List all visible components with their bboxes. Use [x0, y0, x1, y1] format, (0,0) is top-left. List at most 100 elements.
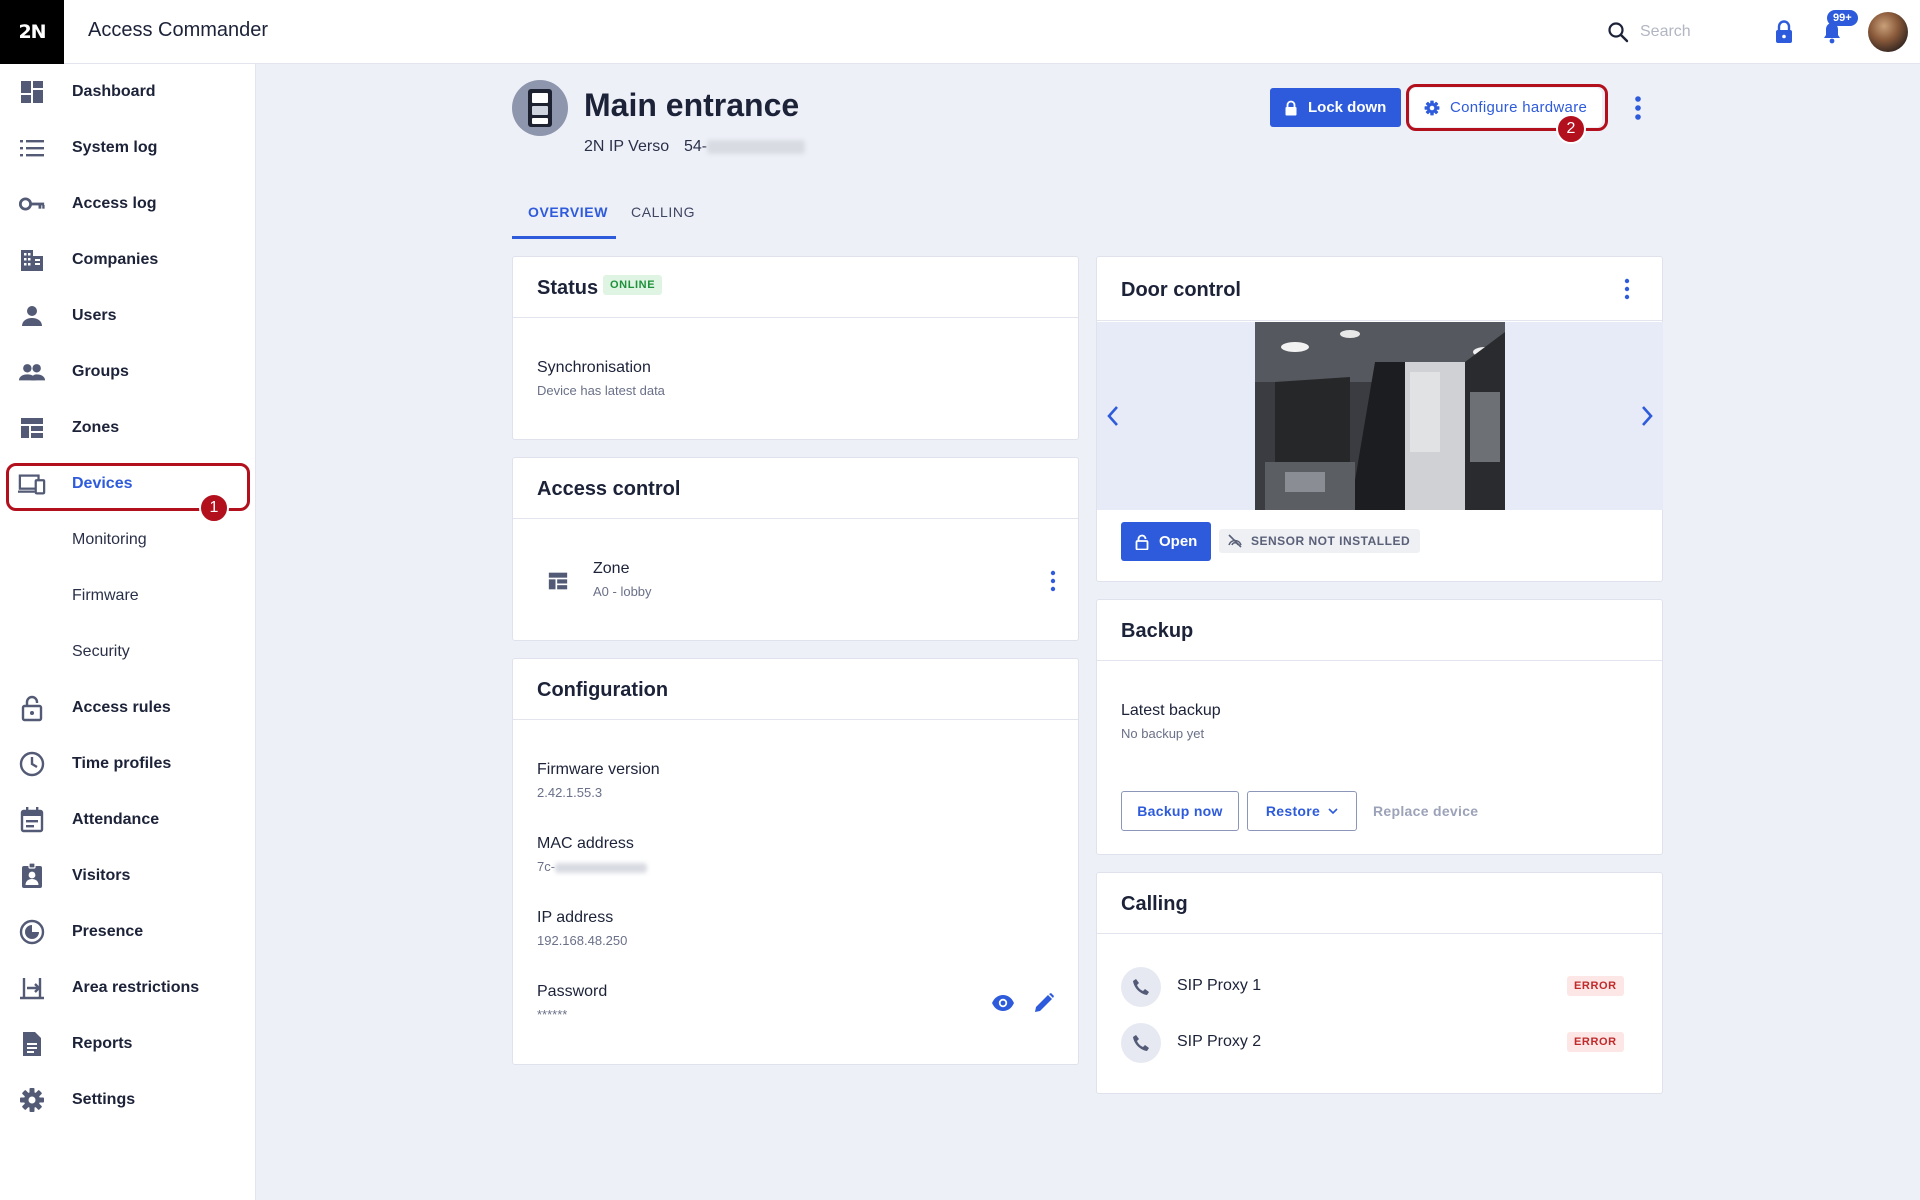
zone-label: Zone [593, 560, 630, 577]
top-bar: 2N Access Commander 99+ [0, 0, 1920, 64]
report-icon [18, 1030, 46, 1058]
latest-backup-label: Latest backup [1121, 702, 1221, 719]
calling-card: Calling SIP Proxy 1 ERROR SIP Proxy 2 ER… [1096, 872, 1663, 1094]
sidebar-item-users[interactable]: Users [0, 288, 256, 344]
sensor-off-icon [1228, 534, 1242, 548]
device-avatar-icon [512, 80, 568, 136]
password-label: Password [537, 983, 608, 1000]
gear-icon [18, 1086, 46, 1114]
configuration-title: Configuration [537, 679, 669, 701]
sip-proxy-status-badge: ERROR [1567, 976, 1624, 996]
sidebar-item-label: Users [72, 307, 117, 324]
search-input[interactable] [1640, 20, 1760, 44]
notifications-badge: 99+ [1827, 10, 1858, 26]
sidebar-item-dashboard[interactable]: Dashboard [0, 64, 256, 120]
sidebar-item-label: Visitors [72, 867, 131, 884]
door-control-title: Door control [1121, 279, 1241, 301]
sip-proxy-status-badge: ERROR [1567, 1032, 1624, 1052]
eye-icon[interactable] [991, 994, 1015, 1012]
sidebar-item-firmware[interactable]: Firmware [0, 568, 256, 624]
chevron-right-icon[interactable] [1639, 404, 1655, 428]
lock-down-button[interactable]: Lock down [1270, 88, 1401, 127]
sidebar-item-access-log[interactable]: Access log [0, 176, 256, 232]
access-control-header: Access control [513, 458, 1078, 519]
access-control-title: Access control [537, 478, 681, 500]
configuration-header: Configuration [513, 659, 1078, 720]
ip-value: 192.168.48.250 [537, 933, 628, 948]
lock-icon [1285, 100, 1297, 115]
tab-calling[interactable]: CALLING [631, 204, 695, 220]
lock-open-icon [1135, 534, 1149, 550]
lock-icon[interactable] [1772, 19, 1796, 45]
backup-card: Backup Latest backup No backup yet Backu… [1096, 599, 1663, 855]
calling-title: Calling [1121, 893, 1188, 915]
sidebar-item-visitors[interactable]: Visitors [0, 848, 256, 904]
restore-button[interactable]: Restore [1247, 791, 1357, 831]
search-icon[interactable] [1606, 20, 1630, 44]
sidebar-item-reports[interactable]: Reports [0, 1016, 256, 1072]
ip-label: IP address [537, 909, 614, 926]
tab-overview[interactable]: OVERVIEW [528, 204, 608, 220]
building-icon [18, 246, 46, 274]
sidebar-item-system-log[interactable]: System log [0, 120, 256, 176]
more-options-icon[interactable] [1628, 94, 1648, 122]
person-icon [18, 302, 46, 330]
firmware-label: Firmware version [537, 761, 660, 778]
firmware-value: 2.42.1.55.3 [537, 785, 603, 800]
sync-label: Synchronisation [537, 359, 651, 376]
zone-more-options-icon[interactable] [1043, 567, 1063, 595]
sidebar-item-attendance[interactable]: Attendance [0, 792, 256, 848]
sidebar-item-groups[interactable]: Groups [0, 344, 256, 400]
phone-icon [1121, 1023, 1161, 1063]
sidebar-item-zones[interactable]: Zones [0, 400, 256, 456]
mac-prefix: 7c- [537, 859, 556, 874]
sidebar-item-label: Attendance [72, 811, 160, 828]
sidebar-item-companies[interactable]: Companies [0, 232, 256, 288]
replace-device-button[interactable]: Replace device [1373, 803, 1478, 819]
zones-icon [18, 414, 46, 442]
sidebar-item-security[interactable]: Security [0, 624, 256, 680]
lock-down-label: Lock down [1308, 99, 1387, 116]
sip-proxy-name: SIP Proxy 2 [1177, 1033, 1262, 1050]
chevron-left-icon[interactable] [1105, 404, 1121, 428]
backup-now-button[interactable]: Backup now [1121, 791, 1239, 831]
sidebar-item-time-profiles[interactable]: Time profiles [0, 736, 256, 792]
clock-icon [18, 750, 46, 778]
restore-label: Restore [1265, 803, 1321, 819]
backup-header: Backup [1097, 600, 1662, 661]
sensor-status-chip: SENSOR NOT INSTALLED [1219, 529, 1421, 553]
sidebar-item-label: Reports [72, 1035, 133, 1052]
edit-icon[interactable] [1033, 992, 1055, 1014]
status-card-header: Status ONLINE [513, 257, 1078, 318]
sidebar-item-settings[interactable]: Settings [0, 1072, 256, 1128]
latest-backup-value: No backup yet [1121, 726, 1205, 741]
open-door-label: Open [1159, 533, 1198, 550]
step-badge-2: 2 [1556, 114, 1586, 144]
sidebar-item-area-restrictions[interactable]: Area restrictions [0, 960, 256, 1016]
camera-snapshot [1255, 322, 1505, 510]
brand-logo[interactable]: 2N [0, 0, 64, 64]
sidebar-item-access-rules[interactable]: Access rules [0, 680, 256, 736]
backup-title: Backup [1121, 620, 1194, 642]
app-title: Access Commander [88, 19, 269, 41]
avatar[interactable] [1868, 12, 1908, 52]
sidebar-item-label: Area restrictions [72, 979, 200, 996]
sidebar-item-label: System log [72, 139, 158, 156]
configuration-card: Configuration Firmware version 2.42.1.55… [512, 658, 1079, 1065]
mac-value: 7c- [537, 859, 648, 874]
sidebar-item-label: Dashboard [72, 83, 156, 100]
list-icon [18, 134, 46, 162]
zones-icon [548, 572, 568, 590]
phone-icon [1121, 967, 1161, 1007]
door-more-options-icon[interactable] [1617, 275, 1637, 303]
sidebar-item-label: Time profiles [72, 755, 172, 772]
access-control-card: Access control Zone A0 - lobby [512, 457, 1079, 641]
tab-active-indicator [512, 236, 616, 239]
open-door-button[interactable]: Open [1121, 522, 1211, 561]
area-icon [18, 974, 46, 1002]
status-card-title: Status [537, 277, 599, 299]
sidebar-item-presence[interactable]: Presence [0, 904, 256, 960]
camera-carousel [1097, 322, 1663, 510]
sidebar-item-label: Settings [72, 1091, 136, 1108]
sidebar-item-label: Presence [72, 923, 144, 940]
